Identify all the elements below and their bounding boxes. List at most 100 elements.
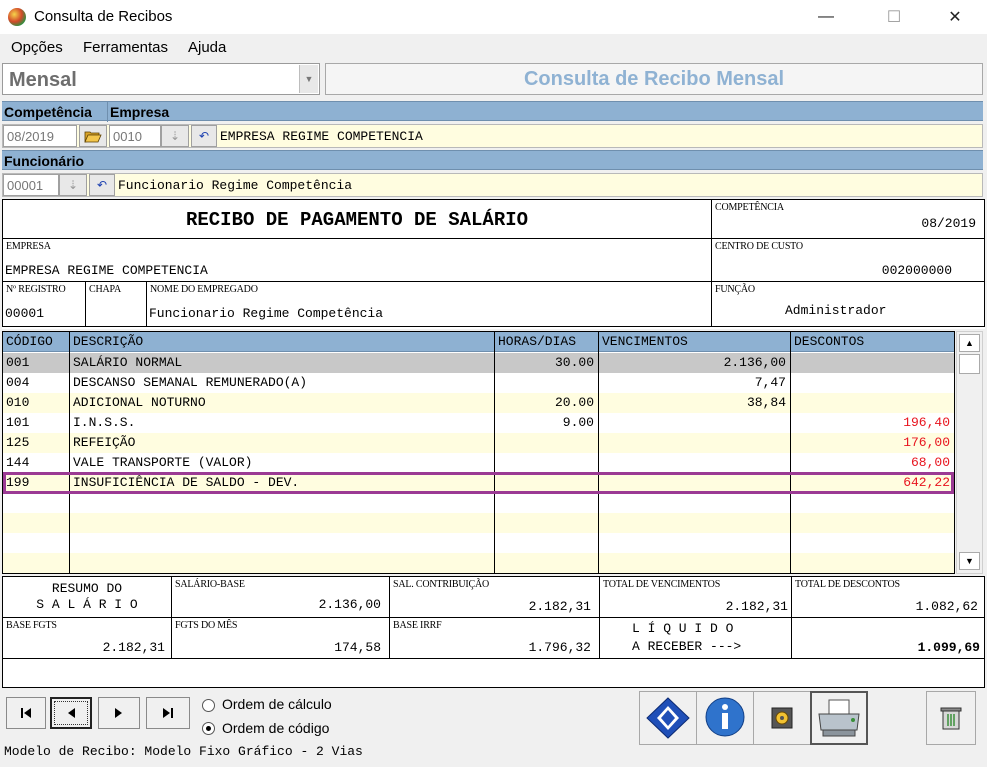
salario-base-cell: SALÁRIO-BASE 2.136,00 — [171, 576, 390, 618]
period-select-value: Mensal — [9, 69, 77, 91]
focus-ring — [54, 701, 88, 725]
table-row[interactable]: 144 VALE TRANSPORTE (VALOR) 68,00 — [3, 453, 954, 473]
empresa-code-input[interactable]: 0010 — [109, 125, 161, 147]
cell-descricao: SALÁRIO NORMAL — [73, 355, 183, 370]
filter-row-funcionario: 00001 ⇣ ↶ Funcionario Regime Competência — [2, 173, 983, 197]
info-button[interactable] — [696, 691, 754, 745]
first-record-button[interactable] — [6, 697, 46, 729]
next-record-button[interactable] — [98, 697, 140, 729]
col-header-codigo[interactable]: CÓDIGO — [3, 332, 69, 352]
radio-ordem-codigo[interactable] — [202, 722, 215, 735]
previous-record-button[interactable] — [50, 697, 92, 729]
table-row[interactable]: 125 REFEIÇÃO 176,00 — [3, 433, 954, 453]
cell-descontos: 196,40 — [903, 415, 950, 430]
resumo-line1: RESUMO DO — [51, 581, 123, 596]
scroll-down-arrow-icon[interactable]: ▼ — [959, 552, 980, 570]
cell-codigo: 101 — [6, 415, 30, 430]
radio-ordem-calculo-label[interactable]: Ordem de cálculo — [222, 696, 332, 712]
registro-value: 00001 — [5, 306, 45, 321]
salario-base-value: 2.136,00 — [318, 597, 381, 612]
competencia-input[interactable]: 08/2019 — [3, 125, 77, 147]
skip-last-icon — [163, 708, 173, 718]
recibo-title: RECIBO DE PAGAMENTO DE SALÁRIO — [185, 209, 529, 231]
status-bar: Modelo de Recibo: Modelo Fixo Gráfico - … — [4, 744, 363, 759]
col-header-descricao[interactable]: DESCRIÇÃO — [70, 332, 494, 352]
radio-ordem-calculo[interactable] — [202, 699, 215, 712]
scroll-up-arrow-icon[interactable]: ▲ — [959, 334, 980, 352]
divider — [494, 332, 495, 573]
navigate-button[interactable] — [639, 691, 697, 745]
chevron-down-icon[interactable]: ▼ — [299, 65, 318, 93]
cell-codigo: 010 — [6, 395, 30, 410]
total-desc-value: 1.082,62 — [915, 599, 978, 614]
table-row[interactable] — [3, 493, 954, 513]
last-record-button[interactable] — [146, 697, 190, 729]
base-irrf-value: 1.796,32 — [528, 640, 591, 655]
trash-icon — [940, 707, 962, 730]
funcionario-name: Funcionario Regime Competência — [118, 178, 353, 193]
competencia-cell-value: 08/2019 — [921, 216, 976, 231]
salario-base-label: SALÁRIO-BASE — [175, 579, 245, 590]
cell-descricao: DESCANSO SEMANAL REMUNERADO(A) — [73, 375, 308, 390]
delete-button[interactable] — [926, 691, 976, 745]
lookup-down-icon[interactable]: ⇣ — [161, 125, 189, 147]
table-row[interactable]: 101 I.N.S.S. 9.00 196,40 — [3, 413, 954, 433]
col-header-descontos[interactable]: DESCONTOS — [791, 332, 954, 352]
period-select[interactable]: Mensal ▼ — [2, 63, 320, 95]
centro-custo-value: 002000000 — [881, 263, 952, 278]
table-row[interactable] — [3, 513, 954, 533]
empresa-name: EMPRESA REGIME COMPETENCIA — [220, 129, 423, 144]
base-fgts-cell: BASE FGTS 2.182,31 — [2, 617, 172, 659]
cell-horas: 9.00 — [562, 415, 594, 430]
centro-custo-label: CENTRO DE CUSTO — [715, 241, 803, 252]
menu-ferramentas[interactable]: Ferramentas — [83, 39, 168, 56]
settings-button[interactable] — [753, 691, 811, 745]
base-fgts-label: BASE FGTS — [6, 620, 57, 631]
menu-bar: Opções Ferramentas Ajuda — [0, 34, 987, 60]
table-scrollbar[interactable]: ▲ ▼ — [956, 331, 983, 574]
col-header-horas[interactable]: HORAS/DIAS — [495, 332, 598, 352]
undo-icon[interactable]: ↶ — [89, 174, 115, 196]
cell-descontos: 68,00 — [910, 455, 950, 470]
undo-icon[interactable]: ↶ — [191, 125, 217, 147]
maximize-button[interactable]: ☐ — [871, 0, 917, 34]
table-row[interactable]: 010 ADICIONAL NOTURNO 20.00 38,84 — [3, 393, 954, 413]
items-table[interactable]: CÓDIGO DESCRIÇÃO HORAS/DIAS VENCIMENTOS … — [2, 331, 955, 574]
chevron-right-icon — [115, 708, 122, 718]
close-button[interactable]: ✕ — [932, 0, 978, 34]
competencia-cell-label: COMPETÊNCIA — [715, 202, 784, 213]
radio-ordem-codigo-label[interactable]: Ordem de código — [222, 720, 329, 736]
fgts-mes-label: FGTS DO MÊS — [175, 620, 238, 631]
minimize-button[interactable]: — — [803, 0, 849, 34]
liquido-value: 1.099,69 — [917, 640, 980, 655]
table-row[interactable]: 001 SALÁRIO NORMAL 30.00 2.136,00 — [3, 353, 954, 373]
divider — [69, 332, 70, 573]
folder-open-icon[interactable] — [79, 125, 107, 147]
lookup-down-icon[interactable]: ⇣ — [59, 174, 87, 196]
window-title: Consulta de Recibos — [34, 8, 173, 25]
col-header-vencimentos[interactable]: VENCIMENTOS — [599, 332, 790, 352]
row-highlight — [3, 472, 954, 494]
recibo-header: RECIBO DE PAGAMENTO DE SALÁRIO COMPETÊNC… — [2, 199, 985, 329]
empresa-cell-label: EMPRESA — [6, 241, 51, 252]
filter-header-funcionario: Funcionário — [2, 150, 983, 170]
print-button[interactable] — [810, 691, 868, 745]
cell-codigo: 001 — [6, 355, 30, 370]
menu-ajuda[interactable]: Ajuda — [188, 39, 226, 56]
table-row[interactable] — [3, 533, 954, 553]
menu-opcoes[interactable]: Opções — [11, 39, 63, 56]
funcionario-code-input[interactable]: 00001 — [3, 174, 59, 196]
resumo-cell: RESUMO DO S A L Á R I O — [2, 576, 172, 618]
total-venc-cell: TOTAL DE VENCIMENTOS 2.182,31 — [599, 576, 792, 618]
empresa-label: Empresa — [110, 104, 170, 120]
funcao-value: Administrador — [785, 303, 887, 318]
liquido-value-cell: 1.099,69 — [791, 617, 985, 659]
cell-descricao: VALE TRANSPORTE (VALOR) — [73, 455, 253, 470]
filter-header-empresa: Competência Empresa — [2, 101, 983, 122]
total-venc-value: 2.182,31 — [725, 599, 788, 614]
table-row[interactable]: 004 DESCANSO SEMANAL REMUNERADO(A) 7,47 — [3, 373, 954, 393]
resumo-line2: S A L Á R I O — [36, 597, 138, 612]
diamond-arrows-icon — [646, 697, 690, 739]
table-row[interactable] — [3, 553, 954, 573]
scroll-thumb[interactable] — [959, 354, 980, 374]
